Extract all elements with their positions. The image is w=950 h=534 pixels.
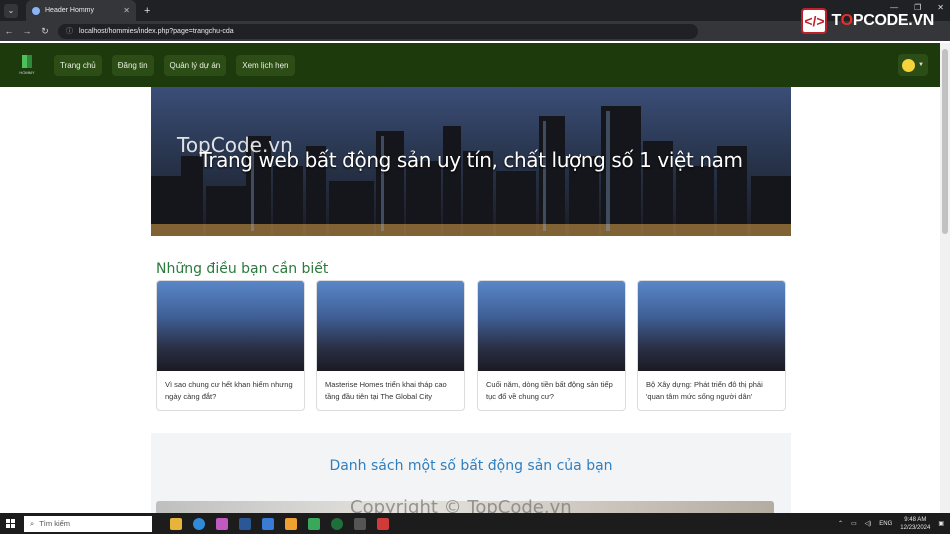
start-button[interactable] xyxy=(0,519,20,528)
clock[interactable]: 9:48 AM 12/23/2024 xyxy=(900,516,930,532)
site-logo-text: HOMMY xyxy=(19,70,35,75)
news-card-image[interactable] xyxy=(157,281,304,371)
news-card-image[interactable] xyxy=(478,281,625,371)
app-icon[interactable] xyxy=(377,517,389,530)
close-window-icon[interactable]: ✕ xyxy=(937,3,944,12)
windows-icon xyxy=(5,519,15,528)
system-tray: ⌃ ▭ ◁) ENG 9:48 AM 12/23/2024 ▣ xyxy=(838,513,944,534)
news-card[interactable]: Cuối năm, dòng tiền bất động sản tiếp tụ… xyxy=(477,280,626,411)
search-placeholder: Tìm kiếm xyxy=(39,519,71,528)
back-icon[interactable]: ← xyxy=(0,26,18,36)
app-icon[interactable] xyxy=(331,517,343,530)
nav-manage-projects[interactable]: Quản lý dự án xyxy=(163,54,227,76)
news-card-title[interactable]: Masterise Homes triển khai tháp cao tầng… xyxy=(317,371,464,403)
news-card-title[interactable]: Bộ Xây dựng: Phát triển đô thị phải 'qua… xyxy=(638,371,785,403)
page-scrollbar[interactable] xyxy=(940,43,950,513)
chevron-up-icon[interactable]: ⌃ xyxy=(838,520,843,527)
clock-time: 9:48 AM xyxy=(904,516,927,523)
network-icon[interactable]: ▭ xyxy=(851,520,857,527)
news-card[interactable]: Vì sao chung cư hết khan hiếm nhưng ngày… xyxy=(156,280,305,411)
app-icon[interactable] xyxy=(354,517,366,530)
news-card[interactable]: Masterise Homes triển khai tháp cao tầng… xyxy=(316,280,465,411)
app-icon[interactable] xyxy=(285,517,297,530)
scrollbar-thumb[interactable] xyxy=(942,49,948,234)
close-tab-icon[interactable]: ✕ xyxy=(123,6,130,15)
nav-appointments[interactable]: Xem lịch hẹn xyxy=(236,54,295,76)
tab-title: Header Hommy xyxy=(45,7,95,14)
site-logo[interactable]: HOMMY xyxy=(10,50,44,80)
app-icon[interactable] xyxy=(308,517,320,530)
avatar xyxy=(902,58,916,72)
section-title: Những điều bạn cần biết xyxy=(156,261,329,277)
url-text: localhost/hommies/index.php?page=trangch… xyxy=(79,27,234,35)
site-info-icon[interactable]: ⓘ xyxy=(66,26,73,36)
topcode-badge-icon: </> xyxy=(801,8,828,34)
hero-banner: Trang web bất động sản uy tín, chất lượn… xyxy=(151,87,791,236)
topcode-logo-text: TOPCODE.VN xyxy=(831,12,934,29)
app-icon[interactable] xyxy=(262,517,274,530)
language-indicator[interactable]: ENG xyxy=(879,521,892,527)
address-bar[interactable]: ⓘ localhost/hommies/index.php?page=trang… xyxy=(58,23,698,39)
file-explorer-icon[interactable] xyxy=(170,517,182,530)
browser-tab[interactable]: Header Hommy ✕ xyxy=(26,0,136,21)
news-card-image[interactable] xyxy=(638,281,785,371)
search-icon: ⌕ xyxy=(30,518,35,528)
word-icon[interactable] xyxy=(239,517,251,530)
chrome-icon[interactable] xyxy=(193,517,205,530)
volume-icon[interactable]: ◁) xyxy=(865,520,872,527)
nav-home[interactable]: Trang chủ xyxy=(54,54,102,76)
news-card-image[interactable] xyxy=(317,281,464,371)
notification-icon[interactable]: ▣ xyxy=(938,520,944,527)
clock-date: 12/23/2024 xyxy=(900,524,931,531)
news-card[interactable]: Bộ Xây dựng: Phát triển đô thị phải 'qua… xyxy=(637,280,786,411)
property-list-title: Danh sách một số bất động sản của bạn xyxy=(329,458,613,474)
building-icon xyxy=(22,55,32,68)
news-card-title[interactable]: Cuối năm, dòng tiền bất động sản tiếp tụ… xyxy=(478,371,625,403)
site-header: HOMMY Trang chủ Đăng tin Quản lý dự án X… xyxy=(0,43,940,87)
user-menu-button[interactable]: ▼ xyxy=(898,54,928,76)
news-card-title[interactable]: Vì sao chung cư hết khan hiếm nhưng ngày… xyxy=(157,371,304,403)
os-taskbar: ⌕ Tìm kiếm ⌃ ▭ ◁) ENG 9:48 AM 12/23/2024… xyxy=(0,513,950,534)
topcode-logo: </> TOPCODE.VN xyxy=(801,8,934,34)
watermark-text: TopCode.vn xyxy=(177,133,293,157)
globe-icon xyxy=(32,6,40,15)
nav-post-listing[interactable]: Đăng tin xyxy=(111,54,154,76)
new-tab-icon[interactable]: + xyxy=(144,5,150,17)
app-icon[interactable] xyxy=(216,517,228,530)
forward-icon[interactable]: → xyxy=(18,26,36,36)
tab-search-icon[interactable]: ⌄ xyxy=(4,3,18,18)
reload-icon[interactable]: ↻ xyxy=(36,26,54,37)
taskbar-search[interactable]: ⌕ Tìm kiếm xyxy=(24,515,152,532)
chevron-down-icon: ▼ xyxy=(918,62,924,68)
